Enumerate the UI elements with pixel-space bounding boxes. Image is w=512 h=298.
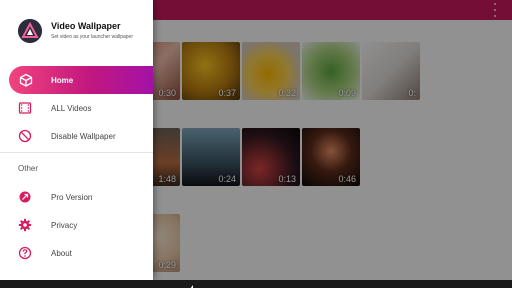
drawer-divider — [0, 152, 153, 153]
help-icon — [18, 246, 32, 260]
system-nav-bar — [0, 280, 512, 297]
recents-button-icon[interactable] — [318, 280, 328, 298]
nav-item-pro-version[interactable]: Pro Version — [0, 184, 153, 210]
nav-item-about[interactable]: About — [0, 240, 153, 266]
block-icon — [18, 129, 32, 143]
nav-item-label: Privacy — [51, 220, 78, 230]
back-button-icon[interactable] — [185, 280, 195, 298]
navigation-drawer: Video Wallpaper Set video as your launch… — [0, 0, 153, 280]
home-icon — [19, 73, 33, 87]
gear-icon — [18, 218, 32, 232]
app-title: Video Wallpaper — [51, 21, 121, 31]
home-button-icon[interactable] — [251, 280, 261, 298]
nav-item-label: About — [51, 248, 72, 258]
nav-item-label: Disable Wallpaper — [51, 131, 116, 141]
film-icon — [18, 101, 32, 115]
nav-item-privacy[interactable]: Privacy — [0, 212, 153, 238]
nav-item-label: Pro Version — [51, 192, 93, 202]
pro-icon — [18, 190, 32, 204]
nav-item-all-videos[interactable]: ALL Videos — [0, 95, 153, 121]
app-logo — [18, 19, 42, 43]
nav-item-disable-wallpaper[interactable]: Disable Wallpaper — [0, 123, 153, 149]
app-subtitle: Set video as your launcher wallpaper — [51, 34, 133, 40]
section-header-other: Other — [18, 164, 39, 173]
nav-item-home[interactable]: Home — [9, 66, 153, 94]
nav-item-label: ALL Videos — [51, 103, 92, 113]
nav-item-label: Home — [51, 75, 74, 85]
